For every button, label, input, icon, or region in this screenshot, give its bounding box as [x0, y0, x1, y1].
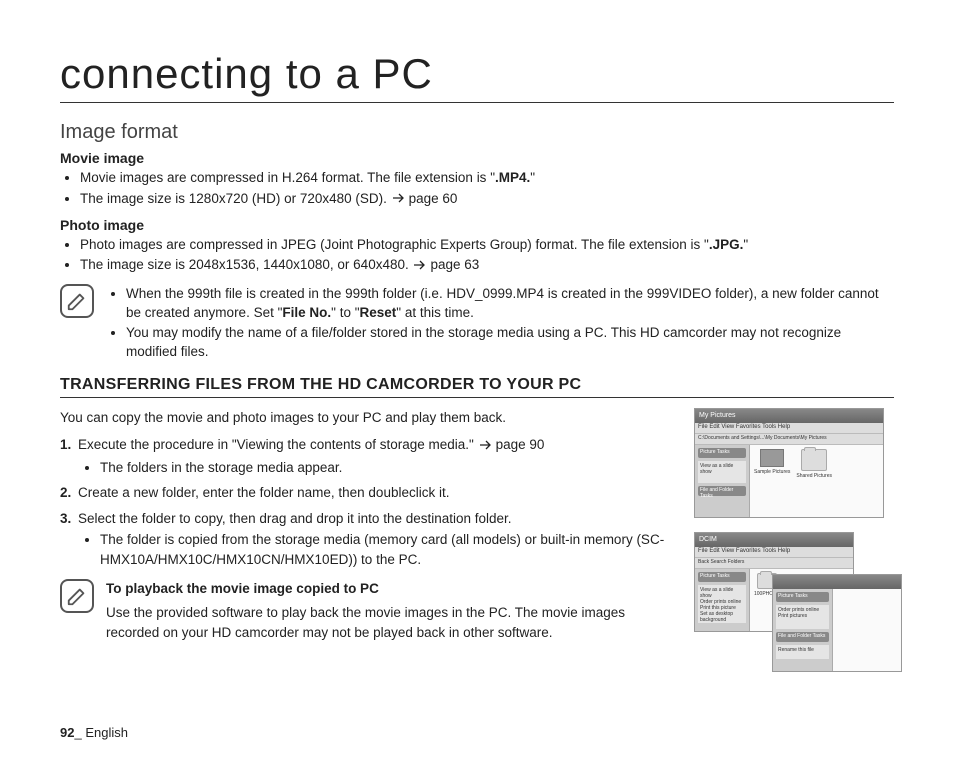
sidebar-panel-body: View as a slide show Order prints online…: [698, 585, 746, 623]
explorer-sidebar: Picture Tasks Order prints online Print …: [773, 589, 833, 671]
sidebar-panel-body: Order prints online Print pictures: [776, 605, 829, 629]
movie-image-label: Movie image: [60, 150, 894, 166]
task-item: Set as desktop background: [700, 611, 744, 623]
text: " to ": [331, 305, 359, 320]
step-1: 1. Execute the procedure in "Viewing the…: [60, 435, 676, 477]
transfer-heading: TRANSFERRING FILES FROM THE HD CAMCORDER…: [60, 376, 894, 398]
task-item: Order prints online: [700, 599, 744, 605]
step-num: 3.: [60, 509, 71, 529]
note-box-1: When the 999th file is created in the 99…: [60, 284, 894, 362]
sidebar-panel-header: File and Folder Tasks: [776, 632, 829, 642]
sidebar-panel-header: Picture Tasks: [776, 592, 829, 602]
note-pencil-icon: [60, 284, 94, 318]
page-ref-arrow-icon: [414, 256, 428, 276]
photo-bullet-2: The image size is 2048x1536, 1440x1080, …: [80, 255, 894, 275]
task-item: View as a slide show: [700, 587, 744, 599]
page-footer: 92_ English: [60, 725, 128, 740]
bold-text: .JPG.: [709, 237, 744, 252]
photo-bullet-1: Photo images are compressed in JPEG (Joi…: [80, 235, 894, 255]
text: When the 999th file is created in the 99…: [126, 286, 879, 321]
explorer-sidebar: Picture Tasks View as a slide show Order…: [695, 569, 750, 631]
text: The image size is 1280x720 (HD) or 720x4…: [80, 191, 391, 206]
item-label: Sample Pictures: [754, 469, 790, 475]
screenshot-my-pictures: My Pictures File Edit View Favorites Too…: [694, 408, 884, 518]
step-text: Select the folder to copy, then drag and…: [78, 511, 512, 526]
page-ref-arrow-icon: [393, 189, 407, 209]
note-content: When the 999th file is created in the 99…: [106, 284, 894, 362]
page-ref: page 90: [496, 437, 545, 452]
window-menubar: File Edit View Favorites Tools Help: [695, 423, 883, 434]
page-ref: page 63: [430, 257, 479, 272]
image-format-heading: Image format: [60, 121, 894, 144]
playback-note-title: To playback the movie image copied to PC: [106, 579, 676, 599]
page-title: connecting to a PC: [60, 50, 894, 103]
window-menubar: File Edit View Favorites Tools Help: [695, 547, 853, 558]
transfer-intro: You can copy the movie and photo images …: [60, 408, 676, 428]
sidebar-panel-header: Picture Tasks: [698, 448, 746, 458]
window-titlebar: DCIM: [695, 533, 853, 547]
sidebar-panel-header: File and Folder Tasks: [698, 486, 746, 496]
text: " at this time.: [396, 305, 474, 320]
text: ": [743, 237, 748, 252]
explorer-sidebar: Picture Tasks View as a slide show File …: [695, 445, 750, 517]
step-num: 1.: [60, 435, 71, 455]
text: Photo images are compressed in JPEG (Joi…: [80, 237, 709, 252]
step-3: 3. Select the folder to copy, then drag …: [60, 509, 676, 570]
page-number: 92: [60, 725, 74, 740]
sidebar-panel-body: View as a slide show: [698, 461, 746, 483]
task-item: Print pictures: [778, 613, 827, 619]
step-1-sub: The folders in the storage media appear.: [100, 458, 676, 478]
photo-image-bullets: Photo images are compressed in JPEG (Joi…: [60, 235, 894, 276]
text: Movie images are compressed in H.264 for…: [80, 170, 495, 185]
screenshot-overlap: Picture Tasks Order prints online Print …: [772, 574, 902, 672]
window-titlebar: [773, 575, 901, 589]
sidebar-panel-header: Picture Tasks: [698, 572, 746, 582]
explorer-main: [833, 589, 901, 671]
transfer-steps: 1. Execute the procedure in "Viewing the…: [60, 435, 676, 569]
movie-bullet-2: The image size is 1280x720 (HD) or 720x4…: [80, 189, 894, 209]
bold-text: File No.: [282, 305, 331, 320]
task-item: Rename this file: [778, 647, 827, 653]
note-content: To playback the movie image copied to PC…: [106, 579, 676, 642]
step-2: 2. Create a new folder, enter the folder…: [60, 483, 676, 503]
note-box-2: To playback the movie image copied to PC…: [60, 579, 676, 642]
explorer-main: Sample Pictures Shared Pictures: [750, 445, 883, 517]
thumbnail-icon: [760, 449, 784, 467]
playback-note-body: Use the provided software to play back t…: [106, 603, 676, 642]
movie-bullet-1: Movie images are compressed in H.264 for…: [80, 168, 894, 188]
photo-image-label: Photo image: [60, 217, 894, 233]
note-pencil-icon: [60, 579, 94, 613]
movie-image-bullets: Movie images are compressed in H.264 for…: [60, 168, 894, 209]
folder-icon: [801, 449, 827, 471]
window-addressbar: C:\Documents and Settings\...\My Documen…: [695, 434, 883, 445]
text: The image size is 2048x1536, 1440x1080, …: [80, 257, 412, 272]
bold-text: Reset: [360, 305, 397, 320]
note-item-1: When the 999th file is created in the 99…: [126, 284, 894, 323]
window-title: My Pictures: [699, 412, 736, 419]
language-label: English: [82, 725, 128, 740]
step-text: Execute the procedure in "Viewing the co…: [78, 437, 478, 452]
step-3-sub: The folder is copied from the storage me…: [100, 530, 676, 569]
page-ref: page 60: [409, 191, 458, 206]
window-titlebar: My Pictures: [695, 409, 883, 423]
item-label: Shared Pictures: [796, 473, 832, 479]
window-toolbar: Back Search Folders: [695, 558, 853, 569]
sidebar-panel-body: Rename this file: [776, 645, 829, 659]
text: ": [530, 170, 535, 185]
screenshot-stack: DCIM File Edit View Favorites Tools Help…: [694, 532, 894, 702]
bold-text: .MP4.: [495, 170, 530, 185]
separator: _: [74, 725, 81, 740]
step-text: Create a new folder, enter the folder na…: [78, 485, 449, 500]
page-ref-arrow-icon: [480, 436, 494, 456]
step-num: 2.: [60, 483, 71, 503]
window-title: DCIM: [699, 536, 717, 543]
note-item-2: You may modify the name of a file/folder…: [126, 323, 894, 362]
